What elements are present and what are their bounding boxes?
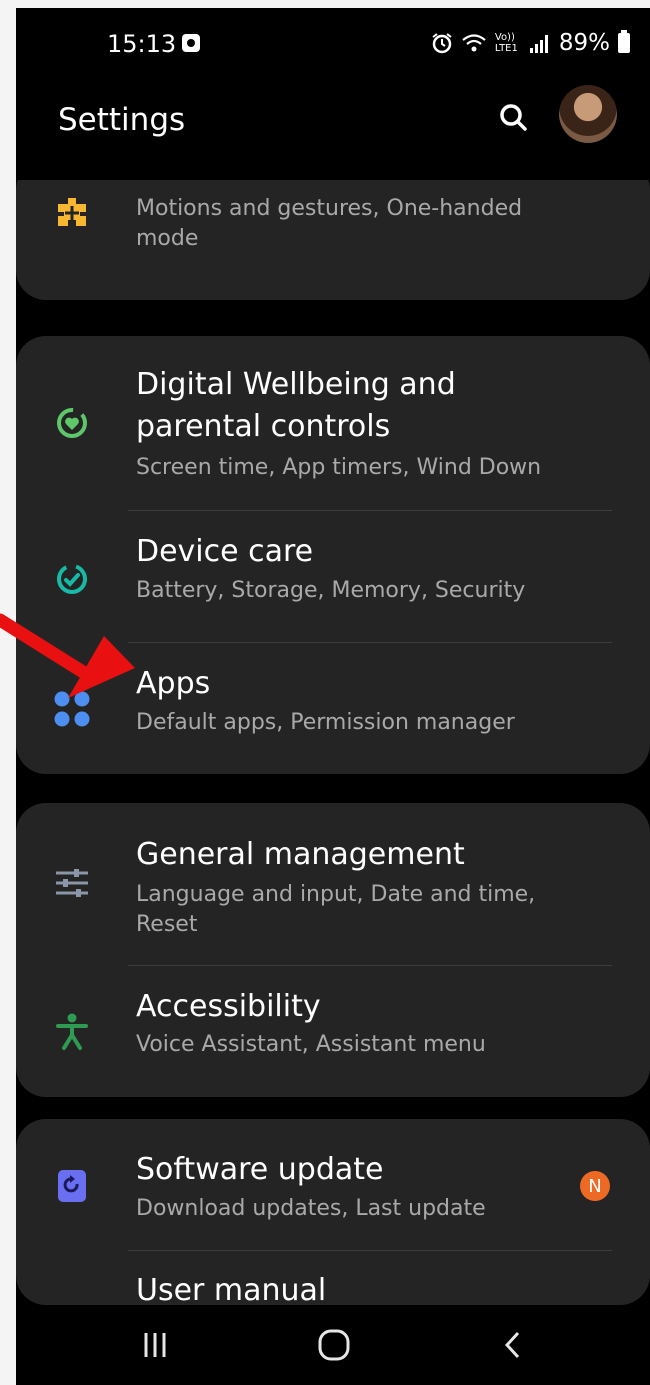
settings-list[interactable]: Advanced features Motions and gestures, … <box>16 180 650 1305</box>
back-icon <box>504 1331 520 1359</box>
status-bar: 15:13 Vo)) LTE1 89% <box>16 8 650 80</box>
recent-apps-button[interactable] <box>130 1323 180 1367</box>
settings-item-advanced-features[interactable]: Advanced features Motions and gestures, … <box>16 180 650 300</box>
item-label: Device care <box>136 534 314 569</box>
card-advanced: Advanced features Motions and gestures, … <box>16 180 650 300</box>
settings-item-user-manual[interactable]: User manual <box>16 1251 650 1305</box>
home-button[interactable] <box>309 1323 359 1367</box>
item-subtitle: Motions and gestures, One-handed mode <box>136 196 523 251</box>
notification-icon <box>182 34 200 52</box>
new-badge: N <box>580 1171 610 1201</box>
alarm-icon <box>432 33 452 54</box>
navigation-bar <box>16 1305 650 1385</box>
battery-icon <box>618 30 630 53</box>
software-update-icon <box>50 1164 94 1208</box>
battery-percent: 89% <box>558 30 610 56</box>
item-subtitle: Battery, Storage, Memory, Security <box>136 578 526 603</box>
card-general-accessibility: General management Language and input, D… <box>16 803 650 1097</box>
sliders-icon <box>50 861 94 905</box>
user-manual-icon <box>50 1295 94 1305</box>
item-label: General management <box>136 837 465 872</box>
red-arrow-annotation <box>0 613 135 698</box>
recent-apps-icon <box>144 1333 166 1357</box>
item-subtitle: Download updates, Last update <box>136 1196 486 1221</box>
status-time: 15:13 <box>107 30 177 58</box>
card-software-manual: Software update Download updates, Last u… <box>16 1119 650 1305</box>
item-label: Advanced features <box>136 180 610 190</box>
item-subtitle: Screen time, App timers, Wind Down <box>136 455 542 480</box>
settings-item-digital-wellbeing[interactable]: Digital Wellbeing and parental controls … <box>16 336 650 510</box>
item-subtitle: Default apps, Permission manager <box>136 710 515 735</box>
profile-avatar[interactable] <box>559 85 617 143</box>
item-label: Accessibility <box>136 989 321 1024</box>
item-subtitle: Language and input, Date and time, Reset <box>136 882 536 937</box>
status-icons: Vo)) LTE1 89% <box>431 28 630 58</box>
settings-item-general-management[interactable]: General management Language and input, D… <box>16 803 650 965</box>
wifi-icon <box>462 34 486 52</box>
search-icon <box>500 104 527 131</box>
wellbeing-icon <box>50 401 94 445</box>
signal-icon <box>529 35 548 53</box>
settings-item-accessibility[interactable]: Accessibility Voice Assistant, Assistant… <box>16 966 650 1097</box>
page-title: Settings <box>58 102 186 138</box>
item-label: Software update <box>136 1152 384 1187</box>
item-label: Digital Wellbeing and parental controls <box>136 367 456 444</box>
header: Settings <box>16 80 650 162</box>
home-icon <box>318 1329 350 1361</box>
accessibility-icon <box>50 1010 94 1054</box>
item-subtitle: Voice Assistant, Assistant menu <box>136 1032 486 1057</box>
settings-item-software-update[interactable]: Software update Download updates, Last u… <box>16 1119 650 1250</box>
item-label: Apps <box>136 666 211 701</box>
back-button[interactable] <box>488 1323 538 1367</box>
network-label: Vo)) LTE1 <box>494 32 518 54</box>
search-button[interactable] <box>494 98 534 138</box>
item-label: User manual <box>136 1273 327 1305</box>
puzzle-icon <box>50 190 94 234</box>
